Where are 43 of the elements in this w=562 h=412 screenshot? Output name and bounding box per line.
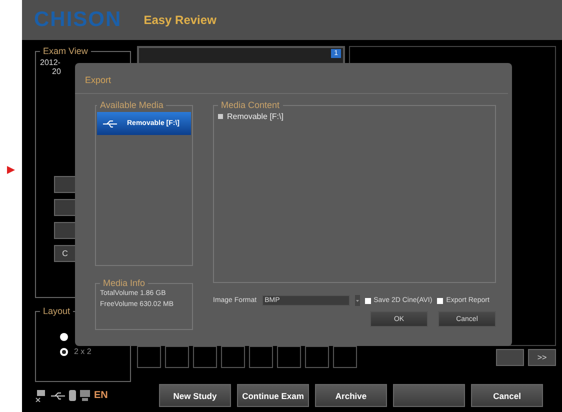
app-title: Easy Review [144,13,216,27]
thumbnail-icon[interactable] [305,346,329,368]
panel-legend: Media Content [218,100,283,110]
checkbox[interactable] [437,298,444,304]
usb-icon [103,120,117,128]
side-button[interactable] [54,176,76,193]
logo: CHISON [34,8,122,32]
radio-label: 2 x 2 [74,347,92,356]
side-button[interactable]: C [54,245,76,262]
radio-button[interactable] [60,348,68,356]
thumbnail-icon[interactable] [193,346,217,368]
panel-legend: Exam View [40,46,91,56]
panel-legend: Layout [40,306,74,316]
pointer-arrow-icon [7,166,15,174]
radio-button[interactable] [60,332,68,340]
tree-item[interactable]: 2012- [40,58,60,67]
blank-button[interactable] [393,384,465,407]
usb-icon [51,392,65,400]
side-button[interactable] [54,199,76,216]
network-icon [35,390,47,402]
next-button[interactable]: >> [528,348,556,366]
thumbnail-icon[interactable] [165,346,189,368]
database-icon [69,390,76,401]
panel-legend: Available Media [97,100,166,110]
language-label[interactable]: EN [94,390,108,401]
tree-item[interactable]: Removable [F:\] [227,112,284,121]
caret-icon[interactable] [354,295,360,306]
bottom-button[interactable]: Cancel [471,384,543,407]
checkbox[interactable] [364,298,371,304]
thumbnail-icon[interactable] [333,346,357,368]
nav-button[interactable] [496,348,524,366]
bottom-button[interactable]: Continue Exam [237,384,309,407]
thumbnail-icon[interactable] [221,346,245,368]
thumbnail-icon[interactable] [137,346,161,368]
bottom-button[interactable]: Archive [315,384,387,407]
thumbnail-icon[interactable] [249,346,273,368]
computer-icon [80,390,90,401]
dialog-title: Export [75,63,508,94]
tree-item[interactable]: 20 [52,67,61,76]
thumbnail-icon[interactable] [277,346,301,368]
side-button[interactable] [54,222,76,239]
panel-legend: Media Info [100,278,148,288]
bottom-button[interactable]: New Study [159,384,231,407]
